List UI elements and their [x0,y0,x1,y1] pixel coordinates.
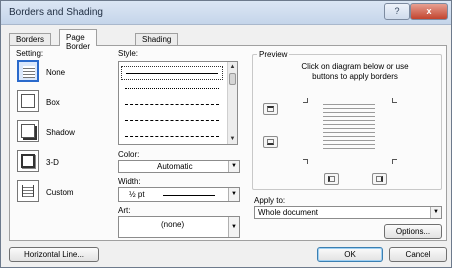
preview-hint: Click on diagram below or use buttons to… [280,62,430,82]
setting-box-label[interactable]: Box [46,98,60,107]
preview-text-line [323,116,375,117]
preview-text-line [323,104,375,105]
preview-hint-line2: buttons to apply borders [312,72,398,81]
bottom-border-icon [267,139,274,145]
tab-borders-label: Borders [16,35,45,44]
preview-hint-line1: Click on diagram below or use [301,62,409,71]
setting-none-icon[interactable] [17,60,39,82]
setting-3d-label[interactable]: 3-D [46,158,59,167]
color-value: Automatic [157,162,193,171]
borders-and-shading-dialog: Borders and Shading ? x Borders Page Bor… [0,0,452,268]
preview-text-line [323,132,375,133]
apply-to-dropdown[interactable]: Whole document ▼ [254,206,442,219]
style-solid-line[interactable] [121,66,223,80]
art-value: (none) [161,220,185,229]
right-border-icon [376,176,383,182]
help-button[interactable]: ? [384,3,410,20]
preview-diagram[interactable] [303,98,397,164]
setting-shadow-icon[interactable] [17,120,39,142]
corner-mark-top-right [392,98,397,103]
preview-heading: Preview [257,50,290,59]
preview-text-line [323,140,375,141]
corner-mark-top-left [303,98,308,103]
preview-text-line [323,108,375,109]
preview-text-line [323,124,375,125]
top-border-button[interactable] [263,103,278,115]
style-scrollbar[interactable]: ▲ ▼ [227,62,237,144]
setting-heading: Setting: [16,49,44,58]
window-title: Borders and Shading [9,7,103,18]
preview-text-line [323,120,375,121]
preview-text-line [323,136,375,137]
apply-to-value: Whole document [258,208,319,217]
left-border-button[interactable] [324,173,339,185]
style-dash-line[interactable] [121,114,223,128]
tab-page-border-label: Page Border [66,33,91,51]
preview-text-line [323,128,375,129]
style-small-dash-line[interactable] [121,98,223,112]
width-sample-line [163,195,215,196]
bottom-border-button[interactable] [263,136,278,148]
setting-custom-icon[interactable] [17,180,39,202]
cancel-button[interactable]: Cancel [389,247,447,262]
tab-shading-label: Shading [142,35,172,44]
setting-none-label[interactable]: None [46,68,65,77]
setting-box-icon[interactable] [17,90,39,112]
ok-button[interactable]: OK [317,247,383,262]
scroll-down-icon[interactable]: ▼ [228,134,237,144]
dropdown-arrow-icon[interactable]: ▼ [228,217,239,237]
horizontal-line-button[interactable]: Horizontal Line... [9,247,99,262]
options-button[interactable]: Options... [384,224,442,239]
width-value: ½ pt [129,190,145,199]
corner-mark-bottom-left [303,159,308,164]
dropdown-arrow-icon[interactable]: ▼ [228,161,239,172]
apply-to-heading: Apply to: [254,196,286,205]
preview-text-line [323,112,375,113]
preview-text-line [323,144,375,145]
setting-3d-icon[interactable] [17,150,39,172]
color-heading: Color: [118,150,140,159]
style-dotted-line[interactable] [121,82,223,96]
left-border-icon [328,176,335,182]
style-dash-dot-line[interactable] [121,130,223,144]
page-border-panel: Setting: None Box Shadow 3-D Custom Styl… [9,45,447,241]
corner-mark-bottom-right [392,159,397,164]
close-button[interactable]: x [410,3,448,20]
dropdown-arrow-icon[interactable]: ▼ [430,207,441,218]
tab-page-border[interactable]: Page Border [59,29,98,51]
art-heading: Art: [118,206,131,215]
style-heading: Style: [118,49,139,58]
scroll-up-icon[interactable]: ▲ [228,62,237,72]
width-dropdown[interactable]: ½ pt ▼ [118,187,240,202]
style-listbox[interactable]: ▲ ▼ [118,61,238,145]
title-bar: Borders and Shading ? x [1,1,451,25]
top-border-icon [267,106,274,112]
preview-text-line [323,148,375,149]
scroll-thumb[interactable] [229,73,236,85]
setting-shadow-label[interactable]: Shadow [46,128,75,137]
right-border-button[interactable] [372,173,387,185]
width-heading: Width: [118,177,141,186]
dropdown-arrow-icon[interactable]: ▼ [228,188,239,201]
color-dropdown[interactable]: Automatic ▼ [118,160,240,173]
art-dropdown[interactable]: (none) ▼ [118,216,240,238]
setting-custom-label[interactable]: Custom [46,188,74,197]
